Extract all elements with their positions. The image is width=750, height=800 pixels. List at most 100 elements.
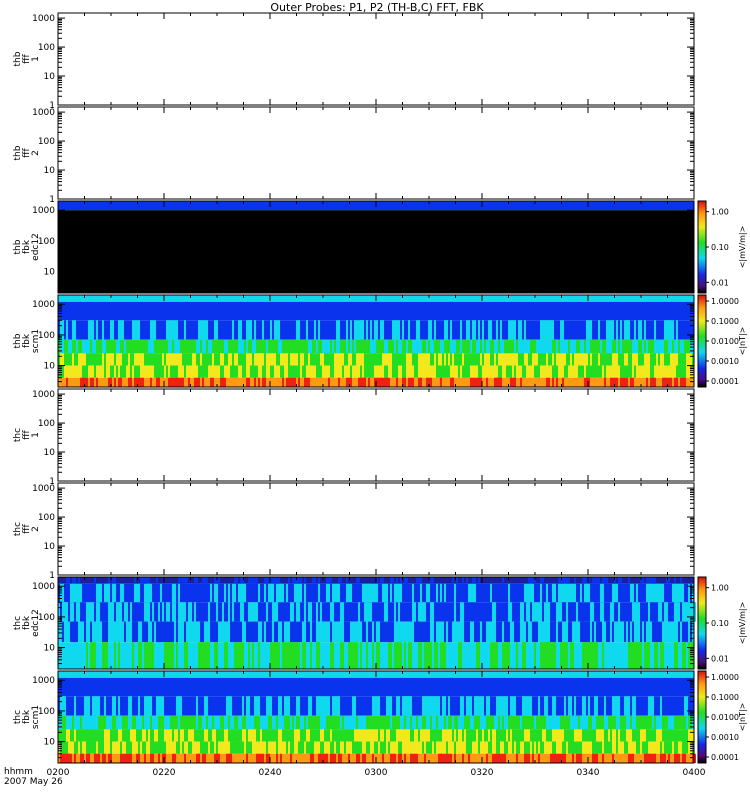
colorbar-tick-label: 0.1000 (711, 693, 739, 702)
band-streak (562, 741, 566, 754)
band-streak (74, 741, 78, 754)
band-streak (96, 377, 98, 387)
band-streak (138, 377, 142, 387)
band-streak (532, 753, 534, 763)
band-streak (460, 642, 462, 669)
band-streak (170, 339, 172, 354)
band-streak (540, 741, 544, 754)
band-streak (454, 729, 456, 742)
band-streak (134, 583, 136, 603)
band-streak (104, 729, 106, 742)
band-streak (568, 696, 572, 716)
band-streak (200, 320, 204, 340)
band-streak (636, 642, 638, 669)
band-streak (346, 621, 348, 643)
band-streak (144, 621, 148, 643)
band-streak (282, 642, 284, 669)
band-streak (90, 715, 92, 730)
band-streak (92, 741, 96, 754)
colorbar-tick-label: 0.0100 (711, 713, 739, 722)
band-streak (524, 365, 526, 378)
band-streak (460, 320, 462, 340)
band-streak (296, 583, 298, 603)
band-streak (296, 602, 300, 622)
band-streak (240, 715, 242, 730)
band-streak (174, 753, 176, 763)
y-axis-label: thcfbkedc12 (13, 609, 41, 637)
band-streak (472, 320, 476, 340)
band-streak (322, 715, 326, 730)
band-streak (648, 577, 650, 584)
band-streak (428, 741, 432, 754)
band-streak (294, 577, 296, 584)
band-streak (260, 353, 264, 366)
band-streak (142, 377, 144, 387)
band-streak (462, 577, 464, 584)
band-streak (588, 320, 590, 340)
band-streak (398, 583, 402, 603)
band-streak (228, 353, 232, 366)
band-streak (234, 577, 238, 584)
band-streak (604, 715, 608, 730)
band-streak (356, 577, 360, 584)
band-streak (344, 621, 346, 643)
band-streak (648, 696, 652, 716)
band-streak (306, 729, 310, 742)
band-streak (74, 729, 76, 742)
panels: 1101001000thbfff11101001000thbfff2101001… (13, 12, 747, 764)
band-streak (202, 715, 206, 730)
band-streak (100, 583, 102, 603)
band-streak (426, 339, 428, 354)
band-streak (618, 715, 620, 730)
band-streak (642, 729, 646, 742)
band-streak (110, 741, 112, 754)
band-streak (478, 696, 480, 716)
band-streak (676, 583, 680, 603)
band-streak (418, 577, 422, 584)
band-streak (526, 696, 530, 716)
band-streak (362, 621, 366, 643)
band-streak (254, 602, 256, 622)
band-streak (616, 696, 620, 716)
band-streak (624, 741, 628, 754)
band-streak (658, 583, 660, 603)
band-streak (656, 339, 658, 354)
band-streak (402, 365, 406, 378)
band-streak (428, 696, 430, 716)
band-streak (540, 642, 544, 669)
band-streak (596, 642, 598, 669)
band-streak (478, 577, 480, 584)
band-streak (684, 621, 688, 643)
band-streak (474, 583, 476, 603)
band-streak (490, 583, 492, 603)
band-streak (78, 577, 80, 584)
band-streak (500, 696, 504, 716)
band-streak (468, 753, 470, 763)
colorbar-tick-label: 0.0001 (711, 753, 739, 762)
band-streak (608, 320, 610, 340)
band-streak (544, 339, 548, 354)
y-tick-label: 10 (44, 72, 56, 82)
band-streak (128, 741, 132, 754)
band-streak (632, 753, 634, 763)
band-streak (368, 729, 372, 742)
band-streak (504, 741, 508, 754)
band-streak (224, 715, 226, 730)
band-streak (340, 715, 342, 730)
band-streak (500, 339, 504, 354)
band-streak (418, 339, 420, 354)
band-streak (388, 642, 392, 669)
band-streak (74, 583, 76, 603)
band-streak (502, 577, 504, 584)
band-streak (556, 353, 558, 366)
band-streak (266, 753, 270, 763)
band-streak (112, 583, 116, 603)
band-streak (558, 621, 562, 643)
band-streak (110, 602, 114, 622)
band-streak (208, 715, 212, 730)
band-streak (238, 741, 240, 754)
panel-frame (57, 388, 695, 482)
band-streak (72, 353, 74, 366)
band-streak (600, 583, 604, 603)
band-streak (152, 320, 156, 340)
